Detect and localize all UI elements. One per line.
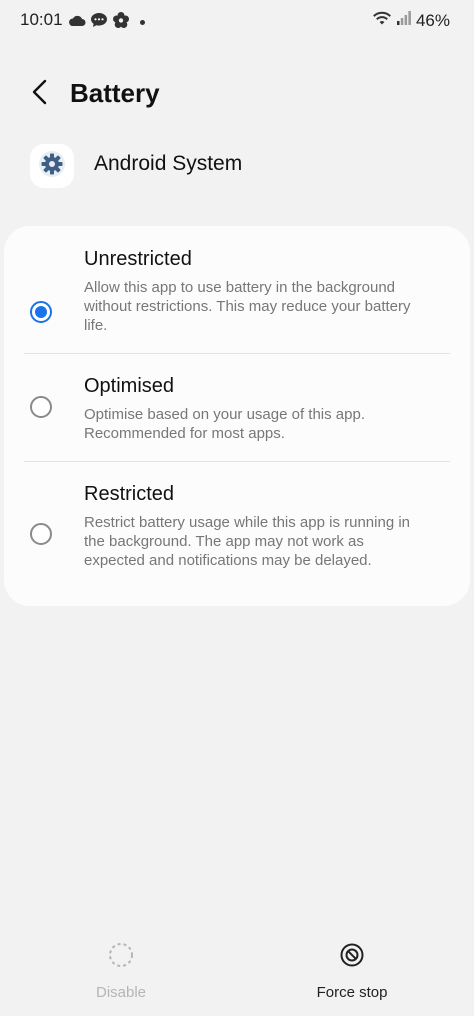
divider (24, 461, 450, 462)
status-time: 10:01 (20, 10, 63, 29)
divider (24, 353, 450, 354)
wifi-icon (372, 10, 392, 31)
chat-icon (90, 12, 108, 33)
option-title-optimised: Optimised (84, 375, 175, 397)
app-info-row: Android System (0, 140, 474, 190)
bottom-action-bar: Disable Force stop (0, 940, 474, 1010)
cloud-icon (68, 14, 86, 32)
disable-button[interactable]: Disable (41, 940, 201, 1001)
page-title: Battery (70, 78, 160, 108)
notification-icons (68, 11, 145, 34)
app-header: Battery (0, 70, 474, 118)
back-button[interactable] (22, 76, 58, 112)
option-optimised[interactable]: Optimised Optimise based on your usage o… (4, 375, 470, 463)
option-unrestricted[interactable]: Unrestricted Allow this app to use batte… (4, 248, 470, 356)
status-right: 46% (372, 10, 450, 31)
back-arrow-icon (30, 79, 50, 110)
battery-percentage: 46% (415, 10, 450, 30)
app-icon (30, 144, 74, 188)
gear-icon (38, 150, 66, 183)
disable-label: Disable (95, 984, 147, 1001)
option-title-restricted: Restricted (84, 483, 175, 505)
radio-unrestricted[interactable] (30, 301, 52, 323)
force-stop-button[interactable]: Force stop (272, 940, 432, 1001)
disable-icon (106, 940, 136, 970)
option-desc-unrestricted: Allow this app to use battery in the bac… (84, 279, 411, 334)
flower-icon (112, 11, 130, 34)
app-name: Android System (94, 152, 243, 175)
option-restricted[interactable]: Restricted Restrict battery usage while … (4, 483, 470, 593)
status-bar: 10:01 46% (0, 0, 474, 40)
more-notifications-dot (140, 20, 145, 25)
option-desc-restricted: Restrict battery usage while this app is… (84, 514, 411, 569)
option-title-unrestricted: Unrestricted (84, 248, 192, 270)
radio-optimised[interactable] (30, 396, 52, 418)
radio-restricted[interactable] (30, 523, 52, 545)
force-stop-label: Force stop (316, 984, 388, 1001)
signal-icon (396, 10, 411, 31)
force-stop-icon (337, 940, 367, 970)
option-desc-optimised: Optimise based on your usage of this app… (84, 406, 366, 442)
battery-options-card: Unrestricted Allow this app to use batte… (4, 226, 470, 606)
